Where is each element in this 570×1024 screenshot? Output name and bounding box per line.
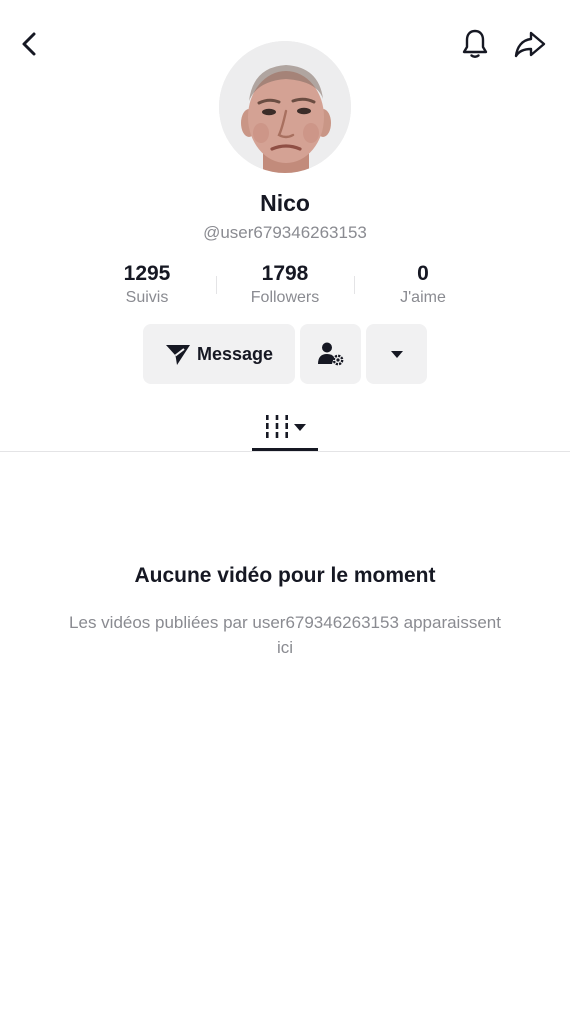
avatar[interactable]	[219, 41, 351, 173]
share-arrow-icon	[514, 31, 546, 58]
bell-icon	[462, 29, 488, 58]
chevron-left-icon	[22, 32, 36, 56]
caret-down-icon	[390, 351, 403, 358]
videos-grid-icon	[265, 415, 288, 438]
username: @user679346263153	[203, 223, 367, 242]
profile-stats: 1295 Suivis 1798 Followers 0 J'aime	[78, 260, 492, 312]
avatar-photo	[219, 41, 351, 173]
stat-following-count: 1295	[123, 262, 171, 285]
stat-likes[interactable]: 0 J'aime	[354, 260, 492, 312]
empty-state-title: Aucune vidéo pour le moment	[134, 564, 436, 587]
stat-likes-label: J'aime	[400, 289, 446, 306]
back-button[interactable]	[12, 26, 48, 62]
stat-followers[interactable]: 1798 Followers	[216, 260, 354, 312]
stat-followers-count: 1798	[261, 262, 309, 285]
empty-state-description: Les vidéos publiées par user679346263153…	[69, 613, 501, 657]
message-button-label: Message	[196, 343, 274, 364]
tab-videos[interactable]	[252, 404, 318, 450]
stat-following[interactable]: 1295 Suivis	[78, 260, 216, 312]
stat-likes-count: 0	[417, 262, 429, 285]
caret-down-icon	[293, 424, 306, 431]
stat-following-label: Suivis	[125, 289, 169, 306]
share-button[interactable]	[512, 26, 548, 62]
tab-divider	[0, 451, 570, 452]
stat-followers-label: Followers	[250, 289, 320, 306]
person-gear-icon	[317, 342, 343, 366]
more-options-button[interactable]	[366, 324, 427, 384]
friends-settings-button[interactable]	[300, 324, 361, 384]
message-button[interactable]: Message	[143, 324, 295, 384]
paper-plane-icon	[165, 345, 190, 365]
display-name: Nico	[260, 190, 310, 216]
notification-button[interactable]	[457, 26, 493, 62]
